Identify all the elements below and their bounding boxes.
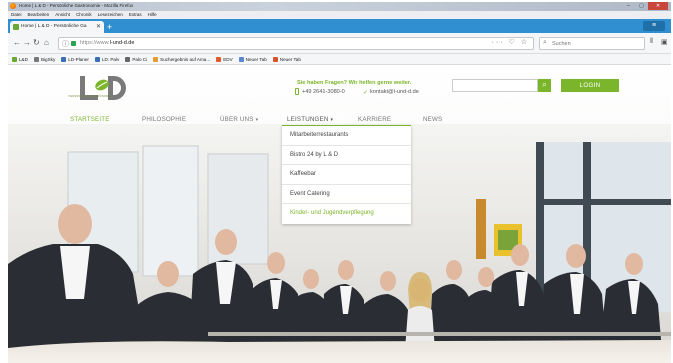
mail-icon: ✓ xyxy=(363,90,369,96)
maximize-icon[interactable]: ▢ xyxy=(635,2,648,10)
contact-question: Sie haben Fragen? Wir helfen gerne weite… xyxy=(297,80,412,86)
bookmark-label: Palo Ci xyxy=(132,56,148,62)
bookmark-favicon-icon xyxy=(125,56,131,62)
contact-email[interactable]: kontakt@l-und-d.de xyxy=(370,89,419,95)
nav-leistungen[interactable]: LEISTUNGEN ▾ xyxy=(287,116,333,123)
hamburger-menu-icon[interactable]: ≡ xyxy=(643,21,665,31)
bookmark-favicon-icon xyxy=(94,56,100,62)
new-tab-button[interactable]: + xyxy=(107,22,112,32)
menu-bar: Datei Bearbeiten Ansicht Chronik Lesezei… xyxy=(8,11,671,19)
dropdown-kinder-jugendverpflegung[interactable]: Kinder- und Jugendverpflegung xyxy=(282,204,411,224)
tab-home[interactable]: Home | L & D - Persönliche Ga ✕ xyxy=(10,21,104,33)
dropdown-kaffeebar[interactable]: Kaffeebar xyxy=(282,165,411,185)
bookmark-label: EDV xyxy=(223,56,233,62)
menu-datei[interactable]: Datei xyxy=(8,11,25,19)
site-search-box[interactable] xyxy=(452,79,538,92)
logo-tagline: PERSÖNLICHE GASTRONOMIE xyxy=(68,95,112,98)
menu-chronik[interactable]: Chronik xyxy=(73,11,95,19)
tab-bar: Home | L & D - Persönliche Ga ✕ + ≡ xyxy=(8,19,671,33)
bookmark-item[interactable]: EDV xyxy=(216,56,233,62)
firefox-icon xyxy=(10,3,16,9)
bookmark-label: Suchergebnis auf Ama... xyxy=(160,56,211,62)
bookmark-item[interactable]: L&D xyxy=(12,56,28,62)
bookmark-favicon-icon xyxy=(238,56,244,62)
dropdown-event-catering[interactable]: Event Catering xyxy=(282,185,411,204)
chevron-down-icon: ▾ xyxy=(330,117,334,123)
nav-karriere[interactable]: KARRIERE xyxy=(358,116,391,123)
url-text[interactable]: https://www.l-und-d.de xyxy=(80,40,134,46)
nav-ueber-uns-label: ÜBER UNS xyxy=(220,116,254,123)
bookmark-label: LD-Planer xyxy=(68,56,89,62)
bookmark-item[interactable]: BigSky xyxy=(33,56,56,62)
tab-close-icon[interactable]: ✕ xyxy=(96,23,101,30)
library-icon[interactable]: ⫴ xyxy=(650,38,653,46)
menu-ansicht[interactable]: Ansicht xyxy=(52,11,73,19)
search-icon: ⌕ xyxy=(543,39,547,46)
info-icon[interactable]: ⓘ xyxy=(62,39,69,49)
browser-search-box[interactable]: ⌕ xyxy=(539,37,645,50)
bookmark-item[interactable]: LD-Planer xyxy=(61,56,89,62)
bookmark-favicon-icon xyxy=(12,56,17,62)
url-host: l-und-d.de xyxy=(109,40,135,46)
nav-startseite[interactable]: STARTSEITE xyxy=(70,116,110,123)
web-page: PERSÖNLICHE GASTRONOMIE Sie haben Fragen… xyxy=(8,66,671,363)
bookmark-favicon-icon xyxy=(153,56,159,62)
ld-favicon-icon xyxy=(13,24,19,30)
navigation-toolbar: ← → ↻ ⌂ ⓘ https://www.l-und-d.de ··· ♡ ☆… xyxy=(8,33,671,54)
bookmark-label: Neuer Tab xyxy=(245,56,267,62)
bookmark-item[interactable]: Suchergebnis auf Ama... xyxy=(153,56,211,62)
bookmark-favicon-icon xyxy=(272,56,278,62)
ld-logo[interactable] xyxy=(78,74,138,112)
lock-icon xyxy=(71,41,76,46)
bookmark-label: BigSky xyxy=(40,56,56,62)
bookmark-label: Neuer Tab xyxy=(279,56,301,62)
site-search-button[interactable]: ⌕ xyxy=(538,79,551,92)
leistungen-dropdown: Mitarbeiterrestaurants Bistro 24 by L & … xyxy=(282,125,411,224)
tab-title: Home | L & D - Persönliche Ga xyxy=(21,24,87,29)
contact-phone[interactable]: +49 2641-3080-0 xyxy=(302,89,345,95)
bookmark-favicon-icon xyxy=(216,56,222,62)
url-bar[interactable]: ⓘ https://www.l-und-d.de ··· ♡ ☆ xyxy=(58,37,534,50)
bookmark-label: LD: Palv xyxy=(101,56,120,62)
site-search-input[interactable] xyxy=(453,80,537,91)
bookmark-item[interactable]: LD: Palv xyxy=(94,56,120,62)
bookmark-favicon-icon xyxy=(33,56,39,62)
bookmarks-toolbar: L&D BigSky LD-Planer LD: Palv Palo Ci Sucherg… xyxy=(8,54,671,65)
reload-icon[interactable]: ↻ xyxy=(33,38,40,47)
bookmark-label: L&D xyxy=(19,56,28,62)
nav-ueber-uns[interactable]: ÜBER UNS ▾ xyxy=(220,116,258,123)
nav-philosophie[interactable]: PHILOSOPHIE xyxy=(142,116,186,123)
back-arrow-icon[interactable]: ← xyxy=(13,38,21,47)
page-actions[interactable]: ··· ♡ ☆ xyxy=(492,38,529,46)
menu-lesezeichen[interactable]: Lesezeichen xyxy=(95,11,126,19)
dropdown-mitarbeiterrestaurants[interactable]: Mitarbeiterrestaurants xyxy=(282,126,411,146)
dropdown-bistro-24[interactable]: Bistro 24 by L & D xyxy=(282,146,411,165)
forward-arrow-icon[interactable]: → xyxy=(23,38,31,47)
bookmark-favicon-icon xyxy=(61,56,67,62)
bookmark-item[interactable]: Neuer Tab xyxy=(272,56,301,62)
window-titlebar: Home | L & D - Persönliche Gastronomie -… xyxy=(8,2,671,11)
nav-leistungen-label: LEISTUNGEN xyxy=(287,116,329,123)
menu-hilfe[interactable]: Hilfe xyxy=(145,11,160,19)
bookmark-item[interactable]: Palo Ci xyxy=(125,56,148,62)
url-prefix: https://www. xyxy=(80,40,110,46)
chevron-down-icon: ▾ xyxy=(255,117,259,123)
home-icon[interactable]: ⌂ xyxy=(44,38,49,47)
phone-icon xyxy=(295,88,299,95)
minimize-icon[interactable]: – xyxy=(622,2,635,10)
nav-news[interactable]: NEWS xyxy=(423,116,442,123)
sidebar-icon[interactable]: ▣ xyxy=(661,38,668,46)
login-button[interactable]: LOGIN xyxy=(561,79,619,92)
browser-search-input[interactable] xyxy=(552,39,640,49)
menu-extras[interactable]: Extras xyxy=(126,11,145,19)
window-title: Home | L & D - Persönliche Gastronomie -… xyxy=(19,3,134,8)
menu-bearbeiten[interactable]: Bearbeiten xyxy=(25,11,53,19)
bookmark-item[interactable]: Neuer Tab xyxy=(238,56,267,62)
close-window-icon[interactable]: ✕ xyxy=(648,2,668,10)
